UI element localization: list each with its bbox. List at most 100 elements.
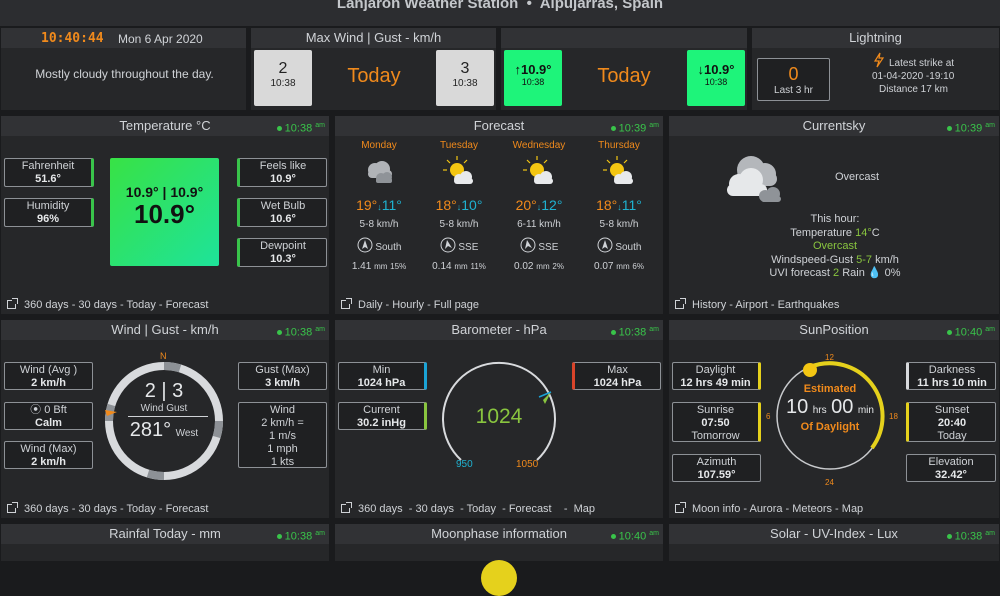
moonphase-panel: Moonphase information 10:40 am — [334, 523, 664, 596]
temperature-main-box: 10.9° | 10.9° 10.9° — [110, 158, 219, 266]
lightning-latest-time: 01-04-2020 -19:10 — [872, 71, 955, 82]
barometer-updated: 10:38 am — [610, 324, 659, 339]
currentsky-footer[interactable]: History - Airport - Earthquakes — [669, 296, 999, 314]
lightning-count-box: 0 Last 3 hr — [757, 58, 830, 101]
sun-panel: SunPosition 10:40 am Daylight 12 hrs 49 m… — [668, 319, 1000, 519]
humidity-box: Humidity 96% — [4, 198, 94, 227]
temp-extremes-panel: ↑10.9° 10:38 Today ↓10.9° 10:38 — [500, 27, 748, 111]
rainfall-panel: Rainfal Today - mm 10:38 am — [0, 523, 330, 562]
maxwind-today-label: Today — [347, 65, 401, 87]
sun-footer[interactable]: Moon info - Aurora - Meteors - Map — [669, 500, 999, 518]
overcast-cloud-icon — [727, 156, 781, 202]
maxwind-title: Max Wind | Gust - km/h — [251, 28, 496, 48]
elevation-box: Elevation 32.42° — [906, 454, 996, 482]
dewpoint-box: Dewpoint 10.3° — [237, 238, 327, 267]
cloudy-icon — [368, 161, 392, 183]
fahrenheit-box: Fahrenheit 51.6° — [4, 158, 94, 187]
baro-current-box: Current 30.2 inHg — [338, 402, 427, 430]
wind-conversion-box: Wind 2 km/h = 1 m/s 1 mph 1 kts — [238, 402, 327, 468]
wind-bearing: 281° West — [129, 419, 199, 441]
sun-hour-6: 6 — [766, 412, 771, 421]
maxwind-wind-box: 2 10:38 — [254, 50, 312, 106]
clock-date: Mon 6 Apr 2020 — [118, 32, 203, 46]
partly-sunny-icon — [603, 156, 633, 184]
temp-today-label: Today — [597, 65, 651, 87]
temp-low-box: ↓10.9° 10:38 — [687, 50, 745, 106]
wind-direction-icon — [597, 237, 613, 253]
lightning-bolt-icon — [873, 52, 885, 68]
barometer-footer[interactable]: 360 days - 30 days - Today - Forecast - … — [335, 500, 663, 518]
forecast-day-tuesday: Tuesday 18°↓10° 5-8 km/h SSE 0.14 mm 11% — [432, 140, 486, 272]
currentsky-updated: 10:39 am — [946, 120, 995, 135]
lightning-panel: Lightning 0 Last 3 hr Latest strike at 0… — [751, 27, 1000, 111]
wind-direction-icon — [357, 237, 373, 253]
temperature-footer[interactable]: 360 days - 30 days - Today - Forecast — [1, 296, 329, 314]
temperature-panel: Temperature °C 10:38 am Fahrenheit 51.6° … — [0, 115, 330, 315]
forecast-footer[interactable]: Daily - Hourly - Full page — [335, 296, 663, 314]
compass-north: N — [160, 351, 167, 361]
rainfall-updated: 10:38 am — [276, 528, 325, 543]
baro-min-box: Min 1024 hPa — [338, 362, 427, 390]
wind-gust-labels: Wind Gust — [140, 403, 188, 414]
currentsky-condition: Overcast — [835, 171, 880, 183]
gust-max-box: Gust (Max) 3 km/h — [238, 362, 327, 390]
moonphase-updated: 10:40 am — [610, 528, 659, 543]
sun-estimated-label: Estimated — [803, 383, 857, 395]
baro-max-box: Max 1024 hPa — [572, 362, 661, 390]
forecast-day-wednesday: Wednesday 20°↓12° 6-11 km/h SSE 0.02 mm … — [512, 140, 566, 272]
currentsky-panel: Currentsky 10:39 am Overcast This hour: … — [668, 115, 1000, 315]
maxwind-panel: Max Wind | Gust - km/h 2 10:38 Today 3 1… — [250, 27, 497, 111]
forecast-panel: Forecast 10:39 am Monday 19°↓11° 5-8 km/… — [334, 115, 664, 315]
lightning-distance: Distance 17 km — [879, 84, 948, 95]
external-link-icon — [341, 298, 352, 309]
sun-of-daylight: Of Daylight — [800, 421, 860, 433]
moon-icon — [481, 560, 517, 596]
external-link-icon — [675, 298, 686, 309]
wind-direction-icon — [520, 237, 536, 253]
wind-speed-gust: 2 | 3 — [144, 380, 184, 402]
forecast-day-monday: Monday 19°↓11° 5-8 km/h South 1.41 mm 15… — [351, 140, 407, 272]
partly-sunny-icon — [523, 156, 553, 184]
wind-footer[interactable]: 360 days - 30 days - Today - Forecast — [1, 500, 329, 518]
lightning-latest-label: Latest strike at — [889, 58, 955, 69]
sun-hour-18: 18 — [889, 412, 898, 421]
raindrop-icon: 💧 — [867, 267, 882, 279]
sun-hour-24: 24 — [825, 478, 834, 487]
wind-max-box: Wind (Max) 2 km/h — [4, 441, 93, 469]
forecast-summary: Mostly cloudy throughout the day. — [35, 67, 214, 81]
barometer-scale-max: 1050 — [516, 459, 539, 470]
solar-panel: Solar - UV-Index - Lux 10:38 am — [668, 523, 1000, 562]
currentsky-hour-info: This hour: Temperature 14°C Overcast Win… — [769, 213, 901, 279]
clock-time: 10:40:44 — [41, 31, 104, 46]
barometer-reading: 1024 — [475, 405, 523, 428]
wet-bulb-box: Wet Bulb 10.6° — [237, 198, 327, 227]
feels-like-box: Feels like 10.9° — [237, 158, 327, 187]
page-title: Lanjaron Weather Station • Alpujarras, S… — [336, 0, 664, 12]
external-link-icon — [7, 298, 18, 309]
darkness-box: Darkness 11 hrs 10 min — [906, 362, 996, 390]
barometer-scale-min: 950 — [456, 459, 473, 470]
temperature-updated: 10:38 am — [276, 120, 325, 135]
maxwind-gust-box: 3 10:38 — [436, 50, 494, 106]
lightning-title: Lightning — [752, 28, 999, 48]
barometer-panel: Barometer - hPa 10:38 am Min 1024 hPa Cur… — [334, 319, 664, 519]
wind-panel: Wind | Gust - km/h 10:38 am Wind (Avg ) 2… — [0, 319, 330, 519]
wind-avg-box: Wind (Avg ) 2 km/h — [4, 362, 93, 390]
sun-hour-12: 12 — [825, 353, 834, 362]
partly-sunny-icon — [443, 156, 473, 184]
external-link-icon — [341, 502, 352, 513]
sunset-box: Sunset 20:40 Today — [906, 402, 996, 442]
temp-high-box: ↑10.9° 10:38 — [504, 50, 562, 106]
daylight-box: Daylight 12 hrs 49 min — [672, 362, 761, 390]
wind-updated: 10:38 am — [276, 324, 325, 339]
sun-remaining: 10 hrs 00 min — [786, 396, 874, 418]
sunrise-box: Sunrise 07:50 Tomorrow — [672, 402, 761, 442]
forecast-updated: 10:39 am — [610, 120, 659, 135]
external-link-icon — [7, 502, 18, 513]
azimuth-box: Azimuth 107.59° — [672, 454, 761, 482]
solar-updated: 10:38 am — [946, 528, 995, 543]
beaufort-icon: ⦿ — [30, 404, 42, 416]
beaufort-box: ⦿ 0 Bft Calm — [4, 402, 93, 430]
external-link-icon — [675, 502, 686, 513]
forecast-day-thursday: Thursday 18°↓11° 5-8 km/h South 0.07 mm … — [594, 140, 644, 272]
